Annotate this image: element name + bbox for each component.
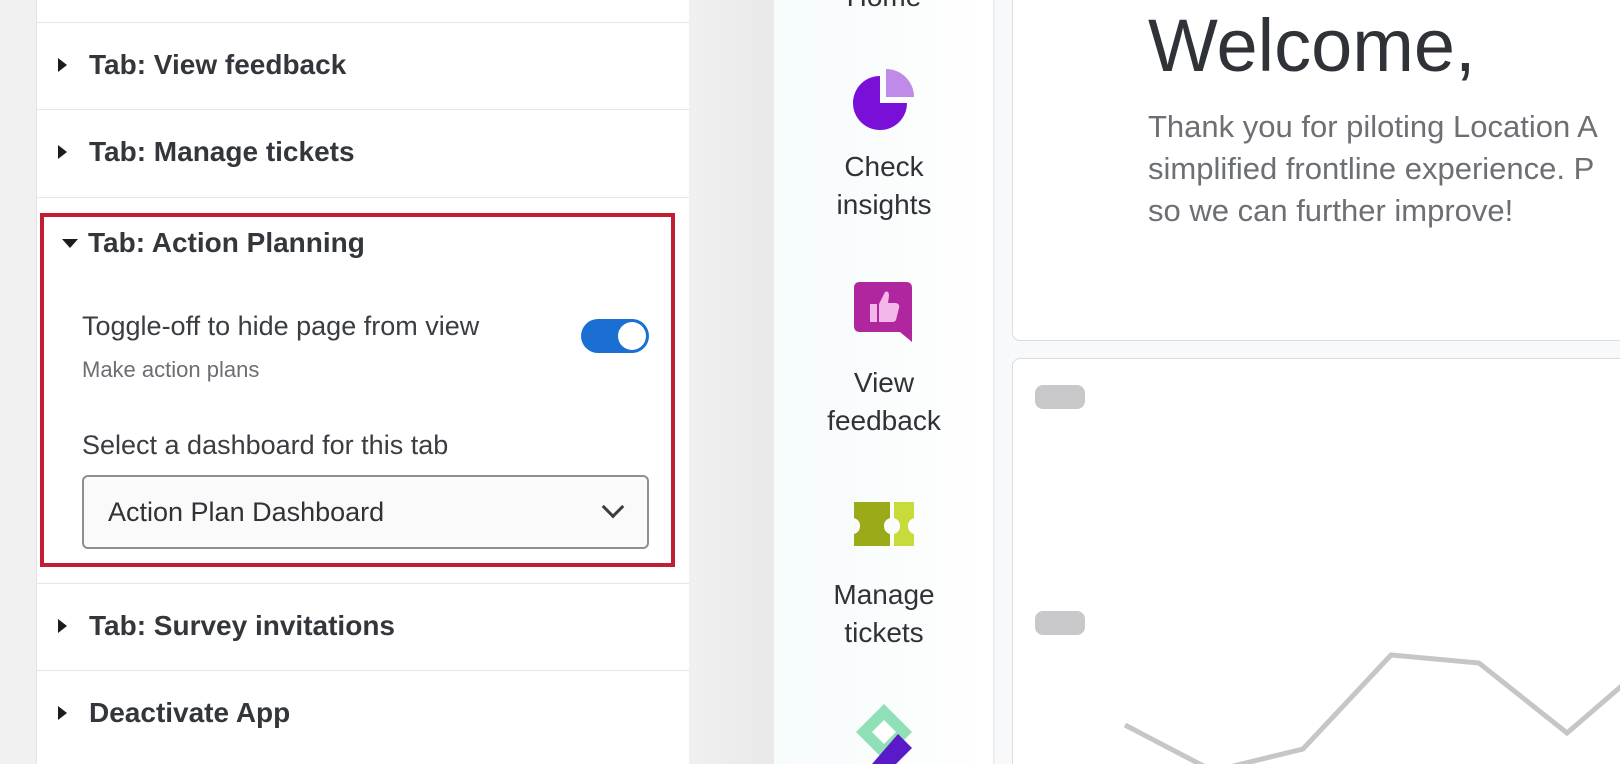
dashboard-select[interactable]: Action Plan Dashboard (82, 475, 649, 549)
accordion-header-view-feedback[interactable]: Tab: View feedback (37, 45, 690, 85)
nav-item-check-insights[interactable]: Check insights (774, 66, 994, 226)
toggle-label: Toggle-off to hide page from view (82, 311, 480, 341)
accordion-tab-view-feedback: Tab: View feedback (37, 22, 690, 110)
accordion-title: Tab: Manage tickets (89, 136, 355, 167)
pie-chart-icon (853, 69, 914, 130)
nav-label: View (853, 367, 915, 398)
nav-label: tickets (844, 617, 924, 648)
nav-item-logo[interactable] (774, 702, 994, 764)
accordion-title: Deactivate App (89, 697, 291, 728)
trend-line-graphic (1123, 652, 1620, 764)
nav-label: Home (774, 0, 994, 16)
accordion-tab-action-planning: Tab: Action Planning Toggle-off to hide … (40, 213, 675, 567)
ticket-icon (854, 502, 914, 546)
toggle-knob (618, 322, 646, 350)
dashboard-select-label: Select a dashboard for this tab (82, 430, 449, 460)
diamond-logo-icon (856, 704, 912, 764)
main-content: Welcome, Thank you for piloting Location… (995, 0, 1620, 764)
caret-right-icon (58, 58, 67, 72)
nav-item-home[interactable]: Home (774, 0, 994, 16)
accordion-tab-survey-invitations: Tab: Survey invitations (37, 583, 690, 671)
nav-item-view-feedback[interactable]: View feedback (774, 278, 994, 438)
accordion-tab-manage-tickets: Tab: Manage tickets (37, 110, 690, 198)
welcome-title: Welcome, (1148, 4, 1476, 87)
caret-right-icon (58, 619, 67, 633)
accordion-title: Tab: Action Planning (88, 227, 365, 258)
caret-down-icon (62, 238, 78, 248)
app-nav: Home Check insights View feedback Manage (774, 0, 994, 764)
accordion-deactivate-app: Deactivate App (37, 671, 690, 764)
welcome-card: Welcome, Thank you for piloting Location… (1012, 0, 1620, 341)
accordion-header-deactivate-app[interactable]: Deactivate App (37, 693, 690, 733)
nav-label: Check (844, 151, 924, 182)
welcome-message: Thank you for piloting Location A simpli… (1148, 106, 1620, 232)
toggle-sublabel: Make action plans (82, 357, 260, 382)
nav-label: insights (836, 189, 932, 220)
chart-card (1012, 358, 1620, 764)
caret-right-icon (58, 145, 67, 159)
dashboard-select-value: Action Plan Dashboard (108, 497, 385, 527)
welcome-line: simplified frontline experience. P (1148, 151, 1595, 186)
welcome-line: Thank you for piloting Location A (1148, 109, 1598, 144)
accordion-title: Tab: View feedback (89, 49, 347, 80)
nav-label: Manage (833, 579, 935, 610)
nav-item-manage-tickets[interactable]: Manage tickets (774, 492, 994, 652)
panel-divider (689, 0, 774, 764)
thumbs-up-icon (854, 282, 912, 342)
accordion-header-action-planning[interactable]: Tab: Action Planning (44, 223, 671, 263)
accordion-header-manage-tickets[interactable]: Tab: Manage tickets (37, 132, 690, 172)
hide-page-toggle[interactable] (581, 319, 649, 353)
caret-right-icon (58, 706, 67, 720)
chevron-down-icon (601, 495, 625, 519)
accordion-header-survey-invitations[interactable]: Tab: Survey invitations (37, 606, 690, 646)
accordion-title: Tab: Survey invitations (89, 610, 395, 641)
nav-label: feedback (827, 405, 941, 436)
welcome-line: so we can further improve! (1148, 193, 1514, 228)
